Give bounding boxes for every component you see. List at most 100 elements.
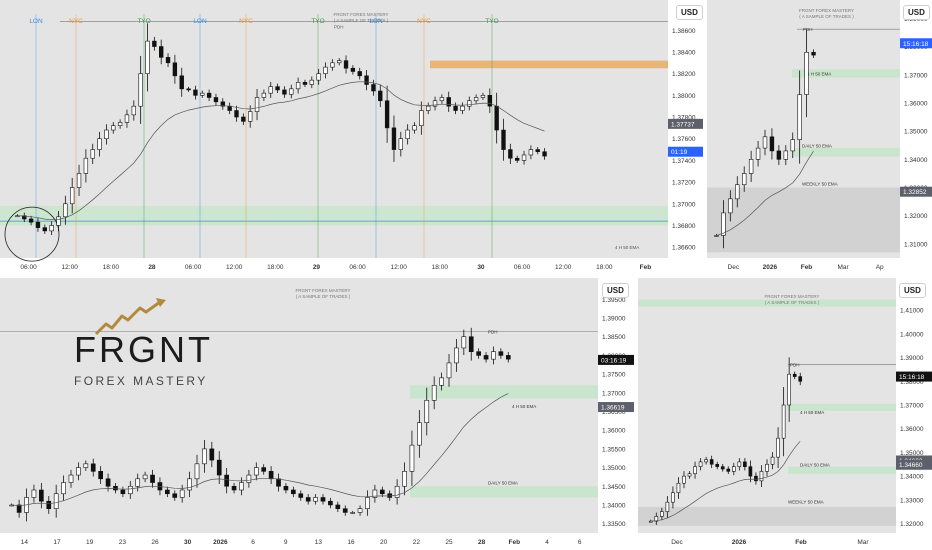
x-tick-label: Feb	[795, 539, 807, 546]
x-tick-label: Dec	[671, 539, 683, 546]
candle-body	[56, 216, 61, 226]
candle-body	[521, 154, 527, 161]
y-tick-label: 1.37000	[900, 403, 924, 410]
chart-top-right[interactable]: 1.390001.380001.370001.360001.350001.340…	[707, 0, 932, 274]
candle-body	[213, 97, 219, 103]
candle-body	[424, 399, 430, 424]
candle-body	[468, 336, 474, 352]
candle-body	[316, 73, 321, 81]
candle-body	[487, 95, 492, 107]
candle-body	[781, 404, 786, 439]
candle-body	[743, 461, 747, 467]
currency-label: USD	[903, 5, 930, 20]
x-tick-label: Dec	[728, 264, 740, 271]
candle-body	[446, 97, 451, 107]
candle-body	[234, 110, 239, 118]
x-tick-label: 06:00	[349, 264, 366, 271]
candle-body	[398, 138, 403, 150]
y-tick-label: 1.35000	[904, 129, 928, 136]
timer-tag: 03:16:19	[601, 357, 627, 364]
y-tick-label: 1.36800	[672, 223, 696, 230]
candle-body	[248, 111, 253, 122]
candle-body	[769, 136, 775, 152]
candle-body	[365, 497, 370, 510]
candle-body	[268, 471, 274, 480]
currency-label: USD	[899, 283, 926, 298]
chart-svg-bottom-right: 1.410001.400001.390001.380001.370001.360…	[638, 278, 932, 550]
y-tick-label: 1.33500	[602, 521, 626, 528]
candle-body	[231, 485, 237, 491]
x-tick-label: 22	[413, 539, 421, 546]
y-tick-label: 1.38500	[602, 334, 626, 341]
candle-body	[76, 173, 82, 188]
candle-body	[476, 351, 481, 356]
candle-body	[289, 88, 294, 95]
candle-body	[330, 62, 335, 68]
price-tag: 1.36619	[601, 405, 625, 412]
chart-svg-top-left: 1.386001.384001.382001.380001.378001.376…	[0, 0, 703, 274]
x-tick-label: 25	[445, 539, 453, 546]
candle-body	[291, 489, 296, 495]
candle-body	[783, 150, 789, 160]
y-tick-label: 1.36000	[900, 426, 924, 433]
candle-body	[446, 362, 452, 379]
candle-body	[31, 489, 37, 498]
candle-body	[754, 475, 758, 482]
candle-body	[209, 448, 215, 461]
candle-body	[187, 478, 192, 491]
watermark-title: FRGNT FOREX MASTERY	[295, 288, 350, 293]
zone-daily	[788, 466, 896, 474]
price-tag: 1.37737	[671, 121, 695, 128]
candle-body	[275, 86, 280, 91]
watermark-title: FRGNT FOREX MASTERY	[333, 12, 388, 17]
session-label: LON	[193, 18, 207, 25]
candle-body	[83, 157, 89, 174]
session-label: TYO	[311, 18, 324, 25]
candle-body	[731, 466, 736, 472]
x-tick-label: Mar	[857, 539, 869, 546]
candle-body	[714, 235, 719, 237]
candle-body	[113, 485, 118, 491]
candle-body	[49, 225, 54, 232]
zone-daily	[792, 148, 900, 157]
candle-body	[698, 461, 703, 467]
candle-body	[776, 437, 780, 458]
pdh-label: PDH	[803, 27, 813, 32]
candle-body	[748, 466, 753, 477]
x-tick-label: 14	[21, 539, 29, 546]
timer-tag: 01:19	[671, 149, 688, 156]
candle-body	[224, 474, 229, 487]
candle-body	[28, 218, 34, 223]
chart-top-left[interactable]: 1.38600 1.38400 1.38200 1.38000 1.37800 1.376…	[0, 0, 703, 274]
daily-ema-label: DAILY 50 EMA	[488, 481, 518, 486]
candle-body	[515, 157, 520, 161]
x-tick-label: 30	[477, 264, 485, 271]
candle-body	[98, 471, 103, 480]
candle-body	[480, 95, 486, 98]
chart-bottom-right[interactable]: 1.41000 1.40000 1.39000 1.38000 1.37000 1.360…	[638, 278, 932, 550]
candle-body	[46, 500, 52, 510]
ema-line	[17, 81, 545, 221]
y-tick-label: 1.38000	[672, 93, 696, 100]
candle-body	[241, 116, 246, 122]
x-tick-label: 16	[347, 539, 355, 546]
y-tick-label: 1.34000	[900, 474, 924, 481]
candle-body	[165, 57, 171, 64]
candle-body	[104, 129, 109, 140]
x-tick-label: 18:00	[596, 264, 613, 271]
supply-zone	[430, 60, 668, 69]
x-tick-label: 28	[478, 539, 486, 546]
candle-body	[268, 86, 273, 94]
candle-body	[759, 471, 764, 482]
candle-body	[357, 71, 362, 77]
candle-body	[343, 60, 349, 69]
candle-body	[804, 51, 809, 95]
candle-body	[342, 508, 348, 513]
y-tick-label: 1.37500	[602, 372, 626, 379]
x-tick-label: Feb	[640, 264, 652, 271]
candle-body	[350, 512, 355, 514]
y-tick-label: 1.37000	[672, 201, 696, 208]
zone-4h	[410, 385, 598, 399]
candle-body	[709, 459, 714, 465]
y-tick-label: 1.37600	[672, 136, 696, 143]
